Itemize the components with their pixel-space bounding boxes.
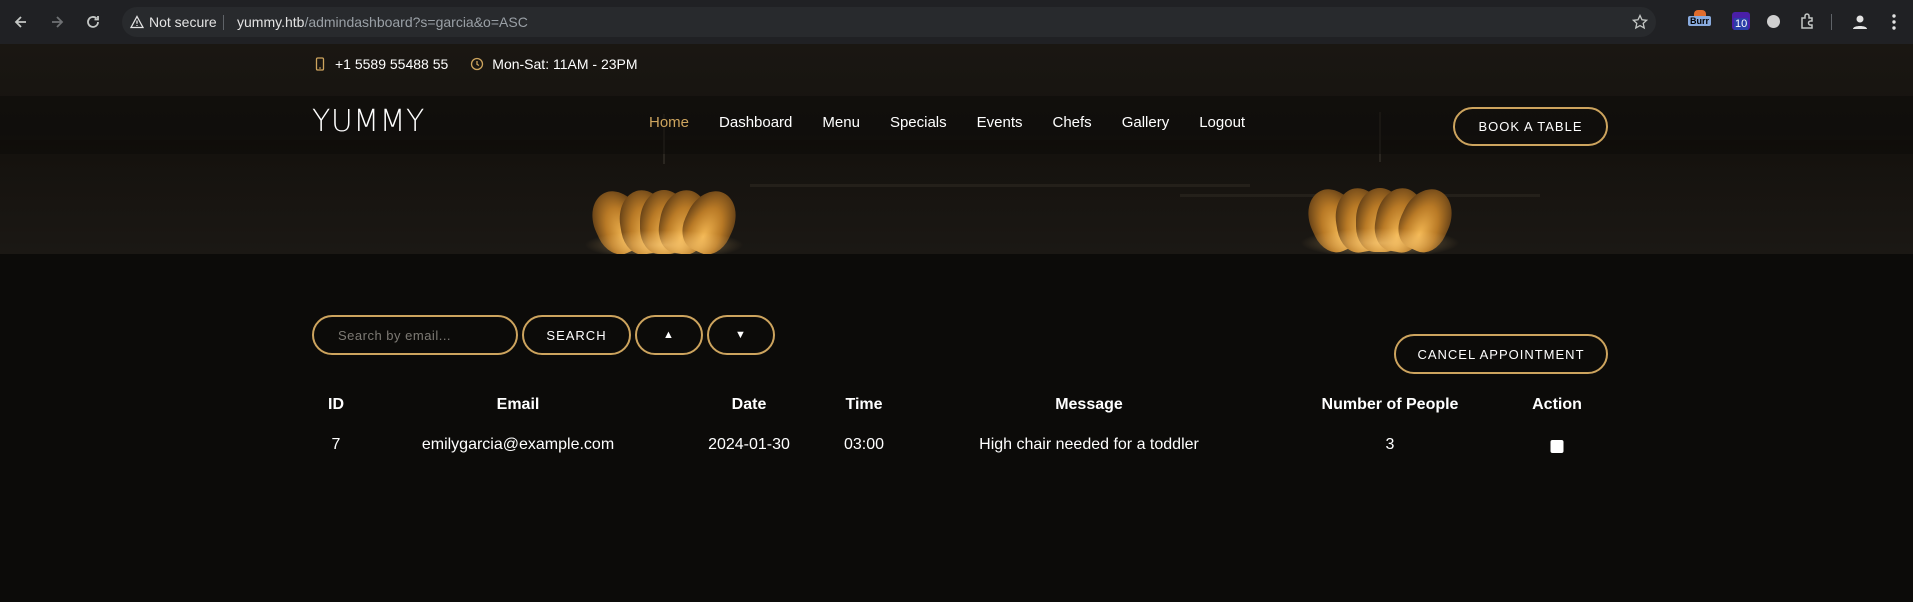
phone-info: +1 5589 55488 55 bbox=[313, 56, 448, 72]
column-header-id: ID bbox=[328, 396, 344, 413]
lamp-glow bbox=[584, 230, 744, 254]
back-icon[interactable] bbox=[10, 11, 32, 33]
ghost-extension-icon[interactable] bbox=[1762, 10, 1784, 32]
nav-home[interactable]: Home bbox=[649, 114, 689, 131]
bookmark-star-icon[interactable] bbox=[1631, 13, 1649, 30]
sort-descending-button[interactable]: ▼ bbox=[707, 315, 775, 355]
toolbar-divider bbox=[1831, 14, 1832, 30]
page: +1 5589 55488 55 Mon-Sat: 11AM - 23PM YU… bbox=[0, 44, 1913, 602]
column-header-email: Email bbox=[496, 396, 540, 413]
warning-icon[interactable] bbox=[129, 15, 145, 29]
lamp-decoration bbox=[1290, 112, 1470, 254]
column-header-time: Time bbox=[845, 396, 883, 413]
extensions-puzzle-icon[interactable] bbox=[1797, 10, 1819, 32]
menu-kebab-icon[interactable] bbox=[1884, 12, 1904, 32]
phone-number: +1 5589 55488 55 bbox=[335, 56, 449, 72]
lamp-glow bbox=[1300, 228, 1460, 254]
extension-10-icon[interactable]: 10 bbox=[1730, 10, 1752, 32]
site-header: YUMMY Home Dashboard Menu Specials Event… bbox=[0, 96, 1913, 154]
hours-info: Mon-Sat: 11AM - 23PM bbox=[470, 56, 638, 72]
cell-people: 3 bbox=[1385, 436, 1395, 453]
cell-id: 7 bbox=[331, 436, 341, 453]
column-header-action: Action bbox=[1532, 396, 1582, 413]
url-text[interactable]: yummy.htb/admindashboard?s=garcia&o=ASC bbox=[237, 14, 528, 30]
profile-icon[interactable] bbox=[1850, 12, 1870, 32]
book-table-button[interactable]: BOOK A TABLE bbox=[1453, 107, 1608, 146]
contact-topbar: +1 5589 55488 55 Mon-Sat: 11AM - 23PM bbox=[313, 56, 660, 72]
cell-date: 2024-01-30 bbox=[708, 436, 790, 453]
nav-menu[interactable]: Menu bbox=[822, 114, 860, 131]
nav-specials[interactable]: Specials bbox=[890, 114, 947, 131]
lamp-decoration bbox=[574, 114, 754, 254]
omnibox-divider bbox=[223, 15, 224, 30]
sort-ascending-button[interactable]: ▲ bbox=[635, 315, 703, 355]
column-header-date: Date bbox=[731, 396, 767, 413]
reload-icon[interactable] bbox=[82, 11, 104, 33]
burp-icon[interactable]: Burr bbox=[1686, 10, 1714, 32]
hero-band bbox=[0, 140, 1913, 254]
cell-message: High chair needed for a toddler bbox=[979, 436, 1199, 453]
main-nav: Home Dashboard Menu Specials Events Chef… bbox=[649, 114, 1275, 131]
nav-logout[interactable]: Logout bbox=[1199, 114, 1245, 131]
opening-hours: Mon-Sat: 11AM - 23PM bbox=[492, 56, 638, 72]
ceiling-beam bbox=[750, 184, 1250, 187]
url-path: /admindashboard?s=garcia&o=ASC bbox=[304, 14, 528, 30]
phone-icon bbox=[313, 57, 327, 71]
nav-chefs[interactable]: Chefs bbox=[1053, 114, 1092, 131]
url-host: yummy.htb bbox=[237, 14, 305, 30]
cell-email: emilygarcia@example.com bbox=[421, 436, 615, 453]
nav-events[interactable]: Events bbox=[977, 114, 1023, 131]
burp-badge: Burr bbox=[1688, 16, 1712, 26]
nav-dashboard[interactable]: Dashboard bbox=[719, 114, 792, 131]
site-logo[interactable]: YUMMY bbox=[312, 104, 425, 139]
select-appointment-checkbox[interactable] bbox=[1550, 440, 1564, 453]
ghost-extension-shape bbox=[1766, 14, 1780, 28]
security-status[interactable]: Not secure bbox=[149, 14, 217, 30]
forward-icon[interactable] bbox=[46, 11, 68, 33]
cell-time: 03:00 bbox=[843, 436, 885, 453]
address-bar[interactable]: Not secure yummy.htb/admindashboard?s=ga… bbox=[122, 7, 1656, 37]
clock-icon bbox=[470, 57, 484, 71]
cancel-appointment-button[interactable]: CANCEL APPOINTMENT bbox=[1394, 334, 1608, 374]
extension-10-badge: 10 bbox=[1734, 18, 1749, 30]
browser-toolbar: Not secure yummy.htb/admindashboard?s=ga… bbox=[0, 0, 1913, 44]
nav-gallery[interactable]: Gallery bbox=[1122, 114, 1170, 131]
column-header-people: Number of People bbox=[1321, 396, 1459, 413]
email-search-input[interactable] bbox=[312, 315, 518, 355]
search-button[interactable]: SEARCH bbox=[522, 315, 631, 355]
column-header-message: Message bbox=[1055, 396, 1123, 413]
